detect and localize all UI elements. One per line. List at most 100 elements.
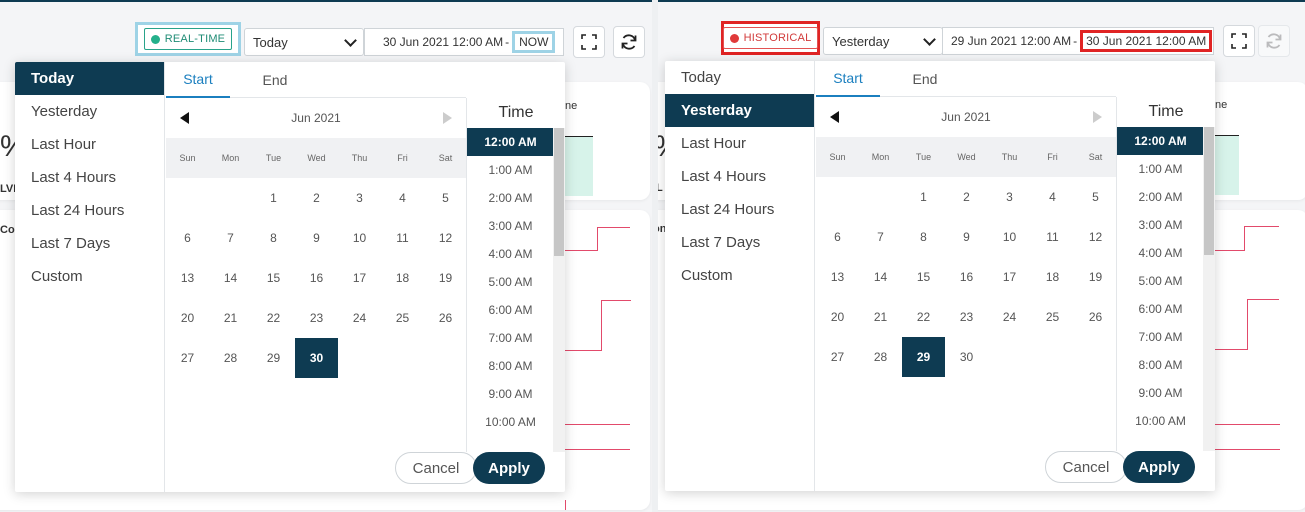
next-month-icon[interactable] (1092, 111, 1102, 123)
preset-item[interactable]: Yesterday (15, 95, 164, 128)
calendar-day[interactable]: 4 (381, 178, 424, 218)
time-slot[interactable]: 10:00 AM (1117, 407, 1204, 435)
next-month-icon[interactable] (442, 112, 452, 124)
preset-item[interactable]: Today (665, 61, 814, 94)
preset-item[interactable]: Last 7 Days (665, 226, 814, 259)
calendar-day[interactable]: 6 (816, 217, 859, 257)
calendar-day[interactable]: 3 (338, 178, 381, 218)
calendar-day[interactable]: 6 (166, 218, 209, 258)
preset-item[interactable]: Last 24 Hours (15, 194, 164, 227)
calendar-day[interactable]: 4 (1031, 177, 1074, 217)
scrollbar-thumb[interactable] (1204, 127, 1214, 255)
scrollbar-thumb[interactable] (554, 128, 564, 256)
time-slot[interactable]: 6:00 AM (1117, 295, 1204, 323)
fullscreen-button[interactable] (573, 26, 605, 58)
calendar-day[interactable]: 26 (424, 298, 467, 338)
calendar-day[interactable]: 9 (295, 218, 338, 258)
calendar-day[interactable]: 1 (902, 177, 945, 217)
preset-item[interactable]: Last 4 Hours (15, 161, 164, 194)
time-scrollbar[interactable] (553, 128, 565, 452)
calendar-day[interactable]: 13 (816, 257, 859, 297)
calendar-day[interactable]: 7 (209, 218, 252, 258)
calendar-day[interactable]: 9 (945, 217, 988, 257)
time-slot[interactable]: 2:00 AM (467, 184, 554, 212)
time-slot[interactable]: 12:00 AM (1117, 127, 1204, 155)
refresh-button[interactable] (613, 26, 645, 58)
calendar-day[interactable]: 20 (816, 297, 859, 337)
calendar-day[interactable]: 24 (988, 297, 1031, 337)
time-slot[interactable]: 8:00 AM (467, 352, 554, 380)
calendar-day[interactable]: 22 (902, 297, 945, 337)
calendar-day[interactable]: 27 (166, 338, 209, 378)
calendar-day[interactable]: 23 (295, 298, 338, 338)
calendar-day[interactable]: 13 (166, 258, 209, 298)
calendar-day[interactable]: 7 (859, 217, 902, 257)
preset-item[interactable]: Custom (665, 259, 814, 292)
time-slot[interactable]: 3:00 AM (1117, 211, 1204, 239)
calendar-day[interactable]: 27 (816, 337, 859, 377)
time-slot[interactable]: 8:00 AM (1117, 351, 1204, 379)
calendar-day[interactable]: 18 (1031, 257, 1074, 297)
calendar-day[interactable]: 5 (1074, 177, 1117, 217)
calendar-day[interactable]: 16 (295, 258, 338, 298)
calendar-day[interactable]: 12 (1074, 217, 1117, 257)
range-preset-select[interactable]: Yesterday (823, 27, 943, 55)
calendar-day[interactable]: 15 (252, 258, 295, 298)
tab-end[interactable]: End (880, 61, 970, 97)
calendar-day[interactable]: 28 (209, 338, 252, 378)
calendar-day[interactable]: 8 (252, 218, 295, 258)
range-preset-select[interactable]: Today (244, 28, 364, 56)
cancel-button[interactable]: Cancel (395, 452, 477, 484)
time-slot[interactable]: 4:00 AM (1117, 239, 1204, 267)
time-slot[interactable]: 4:00 AM (467, 240, 554, 268)
calendar-day[interactable]: 1 (252, 178, 295, 218)
calendar-day[interactable]: 30 (945, 337, 988, 377)
preset-item[interactable]: Today (15, 62, 164, 95)
calendar-day[interactable]: 19 (1074, 257, 1117, 297)
calendar-day[interactable]: 2 (945, 177, 988, 217)
fullscreen-button[interactable] (1223, 25, 1255, 57)
time-slot[interactable]: 5:00 AM (1117, 267, 1204, 295)
calendar-day[interactable]: 14 (859, 257, 902, 297)
time-slot[interactable]: 10:00 AM (467, 408, 554, 436)
calendar-day[interactable]: 19 (424, 258, 467, 298)
calendar-day[interactable]: 21 (209, 298, 252, 338)
calendar-day[interactable]: 22 (252, 298, 295, 338)
calendar-day[interactable]: 29 (252, 338, 295, 378)
time-slot[interactable]: 3:00 AM (467, 212, 554, 240)
calendar-day[interactable]: 2 (295, 178, 338, 218)
preset-item[interactable]: Last 24 Hours (665, 193, 814, 226)
calendar-day[interactable]: 20 (166, 298, 209, 338)
calendar-day[interactable]: 26 (1074, 297, 1117, 337)
time-slot[interactable]: 1:00 AM (467, 156, 554, 184)
calendar-day[interactable]: 10 (338, 218, 381, 258)
calendar-day[interactable]: 11 (1031, 217, 1074, 257)
tab-end[interactable]: End (230, 62, 320, 98)
calendar-day[interactable]: 21 (859, 297, 902, 337)
prev-month-icon[interactable] (830, 111, 839, 123)
calendar-day[interactable]: 14 (209, 258, 252, 298)
preset-item[interactable]: Custom (15, 260, 164, 293)
tab-start[interactable]: Start (816, 61, 880, 97)
calendar-day[interactable]: 25 (1031, 297, 1074, 337)
cancel-button[interactable]: Cancel (1045, 451, 1127, 483)
time-slot[interactable]: 1:00 AM (1117, 155, 1204, 183)
calendar-day[interactable]: 17 (988, 257, 1031, 297)
calendar-day[interactable]: 17 (338, 258, 381, 298)
calendar-day[interactable]: 29 (902, 337, 945, 377)
calendar-day[interactable]: 28 (859, 337, 902, 377)
calendar-day[interactable]: 5 (424, 178, 467, 218)
preset-item[interactable]: Last 4 Hours (665, 160, 814, 193)
calendar-day[interactable]: 11 (381, 218, 424, 258)
calendar-day[interactable]: 10 (988, 217, 1031, 257)
time-slot[interactable]: 7:00 AM (467, 324, 554, 352)
calendar-day[interactable]: 12 (424, 218, 467, 258)
refresh-button[interactable] (1258, 25, 1290, 57)
preset-item[interactable]: Yesterday (665, 94, 814, 127)
calendar-day[interactable]: 23 (945, 297, 988, 337)
time-slot[interactable]: 6:00 AM (467, 296, 554, 324)
tab-start[interactable]: Start (166, 62, 230, 98)
prev-month-icon[interactable] (180, 112, 189, 124)
time-slot[interactable]: 7:00 AM (1117, 323, 1204, 351)
preset-item[interactable]: Last Hour (665, 127, 814, 160)
